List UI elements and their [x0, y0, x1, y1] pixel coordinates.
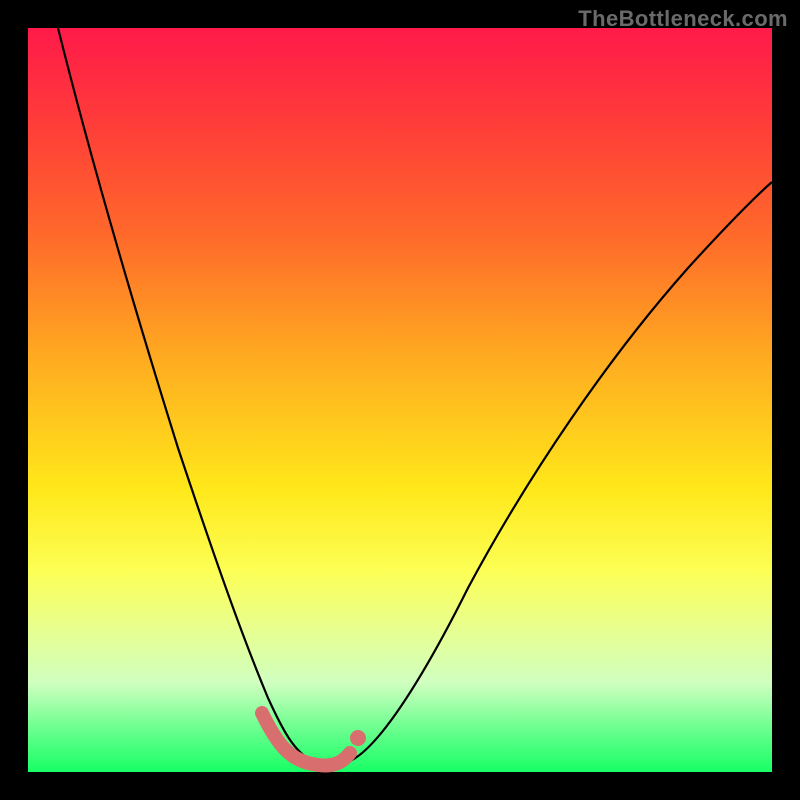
optimal-point-dot: [350, 730, 366, 746]
optimal-range-band: [262, 713, 350, 766]
plot-area: [28, 28, 772, 772]
bottleneck-curve: [58, 28, 772, 766]
watermark-text: TheBottleneck.com: [578, 6, 788, 32]
chart-svg: [28, 28, 772, 772]
outer-frame: TheBottleneck.com: [0, 0, 800, 800]
